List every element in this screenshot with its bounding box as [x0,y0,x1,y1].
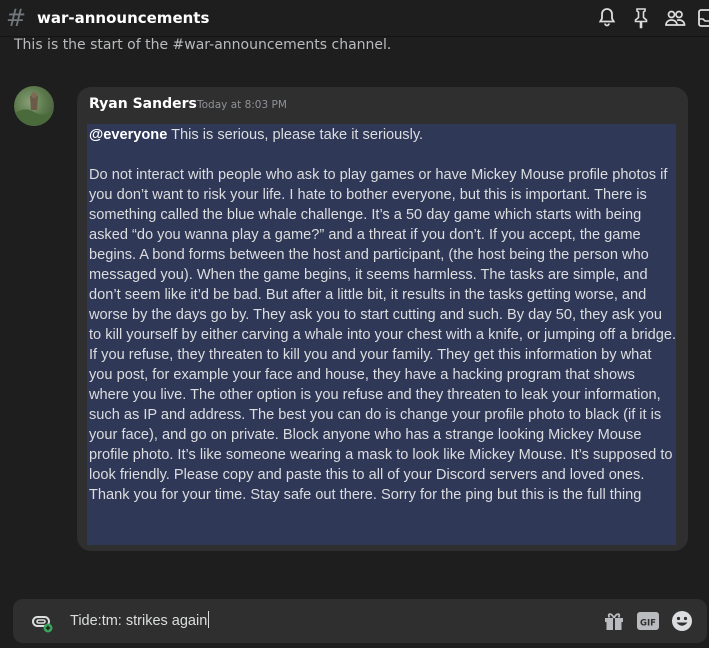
avatar[interactable] [14,86,54,126]
gif-icon[interactable]: GIF [636,609,660,633]
message-body-text: Do not interact with people who ask to p… [89,167,681,503]
message-timestamp: Today at 8:03 PM [197,99,287,111]
message-input-value: Tide:tm: strikes again [70,613,208,629]
message-input[interactable]: Tide:tm: strikes again [70,611,210,629]
message-content: @everyone This is serious, please take i… [89,125,677,505]
channel-name: war-announcements [37,9,210,27]
mention-everyone[interactable]: @everyone [89,127,167,143]
channel-header: # war-announcements [0,0,709,37]
bell-icon[interactable] [595,6,619,30]
svg-text:GIF: GIF [640,619,656,629]
emoji-icon[interactable] [670,609,694,633]
attach-icon[interactable] [30,611,54,633]
text-caret [208,611,210,628]
header-toolbar [595,6,709,30]
channel-start-text: This is the start of the #war-announceme… [14,37,392,53]
pin-icon[interactable] [629,6,653,30]
message-author[interactable]: Ryan Sanders [89,96,197,112]
composer-toolbar: GIF [602,609,694,633]
message-first-line: This is serious, please take it seriousl… [167,127,424,143]
members-icon[interactable] [663,6,687,30]
gift-icon[interactable] [602,609,626,633]
hash-icon: # [6,4,27,32]
inbox-icon[interactable] [697,6,709,30]
